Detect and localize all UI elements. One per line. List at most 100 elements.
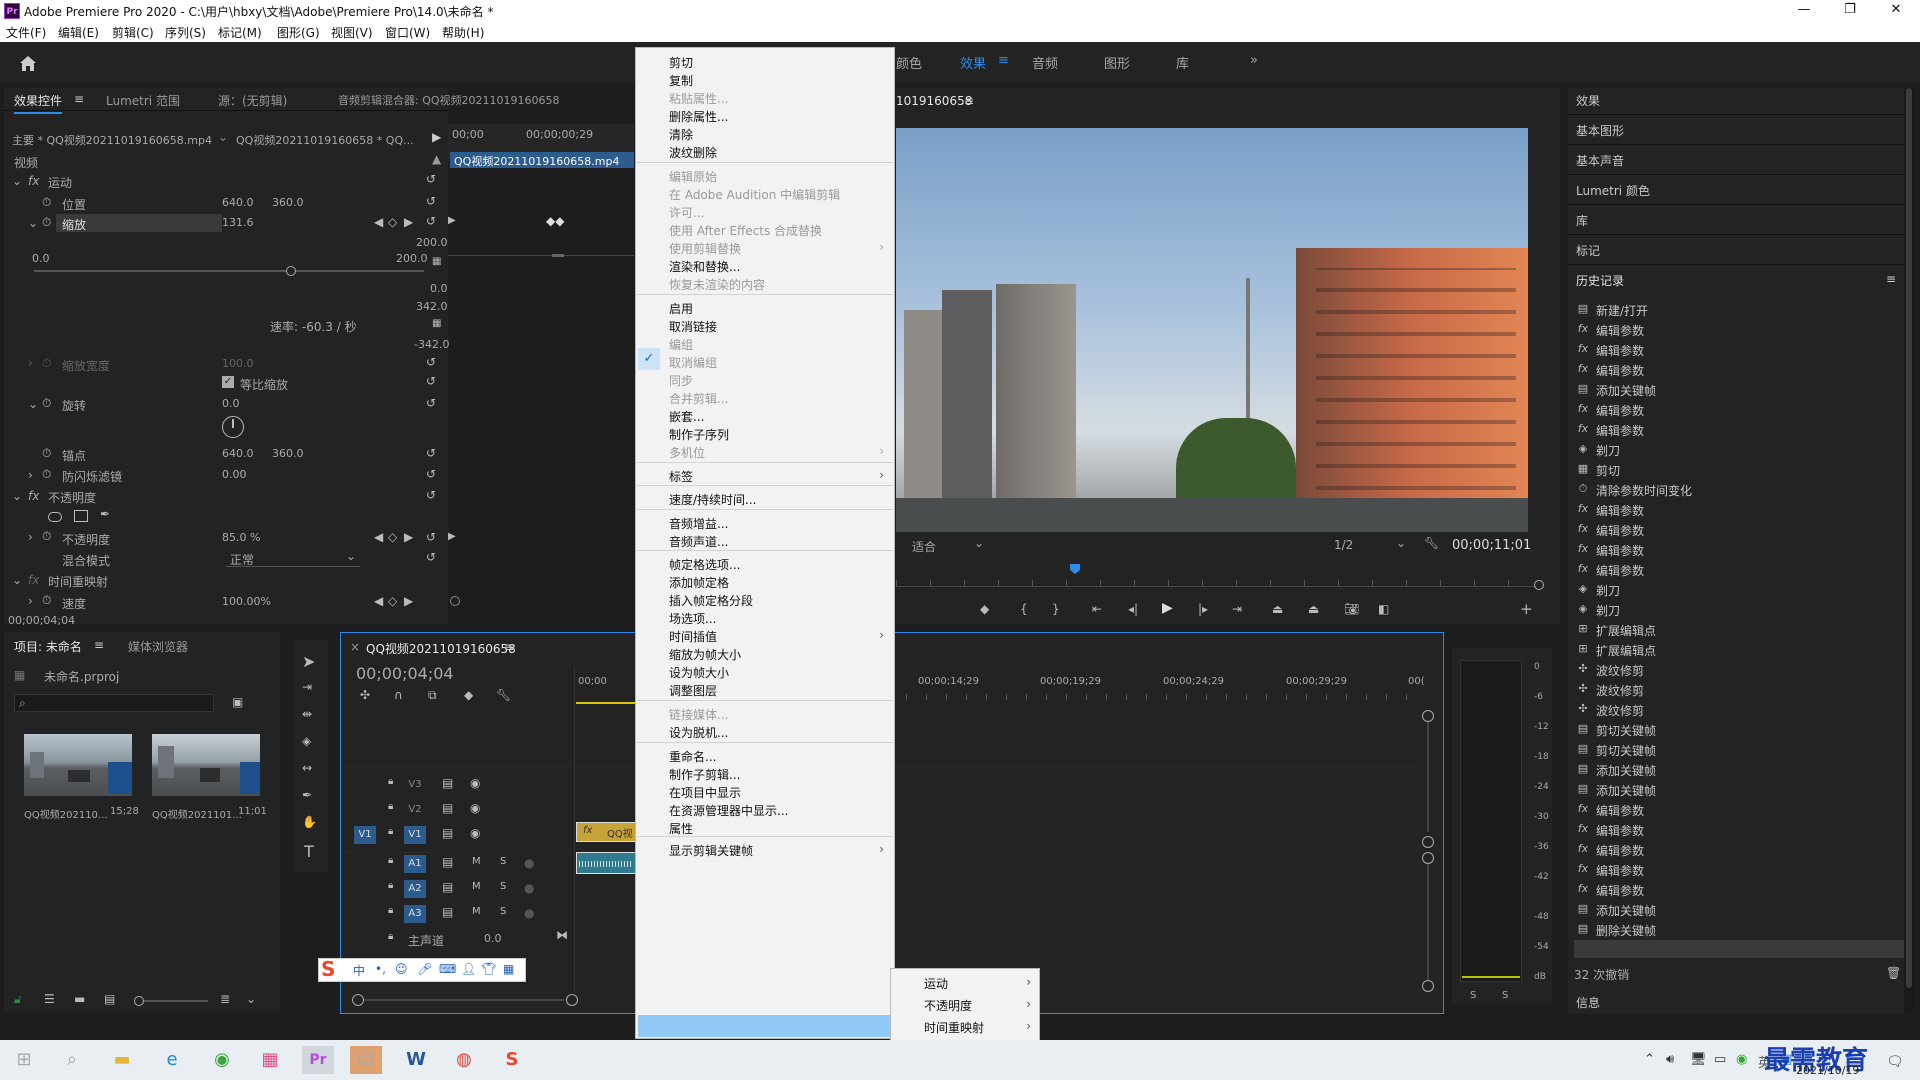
track-v2[interactable]: V2 [404, 801, 426, 819]
next-keyframe-icon[interactable]: ▶ [404, 215, 413, 229]
menu-file[interactable]: 文件(F) [6, 24, 46, 41]
prev-keyframe-icon[interactable]: ◀ [374, 594, 383, 608]
clip-thumbnail[interactable] [24, 734, 132, 796]
next-keyframe-icon[interactable]: ▶ [404, 594, 413, 608]
chrome-icon[interactable]: ◍ [448, 1046, 480, 1074]
scale-slider-track[interactable] [34, 270, 424, 272]
work-area-bar[interactable] [576, 702, 636, 704]
tab-menu-icon[interactable]: ≡ [504, 640, 514, 654]
context-menu-item[interactable]: 取消链接 [669, 318, 717, 335]
speed-value[interactable]: 100.00% [222, 595, 271, 608]
workspace-color[interactable]: 颜色 [896, 53, 922, 72]
tab-audio-clip-mixer[interactable]: 音频剪辑混合器: QQ视频20211019160658 [338, 92, 560, 108]
add-keyframe-icon[interactable]: ◇ [388, 530, 397, 544]
stopwatch-icon[interactable]: ⏱ [42, 195, 51, 210]
stopwatch-on-icon[interactable]: ⏱ [42, 529, 51, 544]
play-only-icon[interactable]: ▶ [432, 130, 441, 144]
zoom-slider-track[interactable] [144, 1000, 208, 1002]
lock-icon[interactable]: 🔒︎ [388, 855, 393, 866]
add-keyframe-icon[interactable]: ◇ [388, 215, 397, 229]
context-menu-item[interactable]: 制作子序列 [669, 426, 729, 443]
context-menu-item[interactable]: 音频声道... [669, 533, 728, 550]
panel-essential-graphics[interactable]: 基本图形 [1576, 122, 1624, 139]
ec-arrow-icon[interactable]: ▶ [448, 215, 456, 226]
history-item[interactable]: fx 编辑参数 [1578, 402, 1644, 419]
mute-button[interactable]: M [472, 856, 481, 867]
lock-icon[interactable]: 🔒︎ [388, 801, 393, 812]
context-menu-item[interactable]: 复制 [669, 72, 693, 89]
workspace-graphics[interactable]: 图形 [1104, 53, 1130, 72]
menu-graphics[interactable]: 图形(G) [277, 24, 320, 41]
scroll-handle[interactable] [1422, 710, 1434, 722]
reset-icon[interactable]: ↺ [426, 488, 436, 502]
workspace-audio[interactable]: 音频 [1032, 53, 1058, 72]
panel-effects[interactable]: 效果 [1576, 92, 1600, 109]
context-menu-item[interactable]: 设为脱机... [669, 724, 728, 741]
wrench-icon[interactable]: 🔧︎ [496, 688, 511, 702]
ec-zoom-handle[interactable] [450, 596, 460, 606]
rotation-value[interactable]: 0.0 [222, 397, 240, 410]
panel-markers[interactable]: 标记 [1576, 242, 1600, 259]
sync-lock-icon[interactable]: ▤ [442, 826, 453, 840]
resolution-select[interactable]: 1/2 ⌄ [1328, 536, 1408, 554]
tab-menu-icon[interactable]: ≡ [94, 638, 104, 652]
context-menu-item[interactable]: 设为帧大小 [669, 664, 729, 681]
ime-mode-icon[interactable]: 中 [353, 962, 365, 979]
icon-view-icon[interactable]: ▬ [74, 992, 85, 1006]
stopwatch-on-icon[interactable]: ⏱ [42, 215, 51, 230]
stopwatch-icon[interactable]: ⏱ [42, 356, 51, 371]
uniform-scale-checkbox[interactable]: ✓ [222, 376, 234, 388]
file-explorer-icon[interactable]: ▬ [106, 1046, 138, 1074]
reset-icon[interactable]: ↺ [426, 446, 436, 460]
app-icon[interactable]: ▦ [254, 1046, 286, 1074]
add-button-icon[interactable]: + [1520, 600, 1533, 618]
flicker-value[interactable]: 0.00 [222, 468, 247, 481]
history-item[interactable]: ✣ 波纹修剪 [1578, 662, 1644, 679]
sync-lock-icon[interactable]: ▤ [442, 880, 453, 894]
menu-edit[interactable]: 编辑(E) [58, 24, 99, 41]
zoom-slider-handle[interactable] [134, 996, 144, 1006]
clip-thumbnail[interactable] [152, 734, 260, 796]
new-bin-icon[interactable]: ▣ [232, 695, 243, 709]
slip-tool-icon[interactable]: ↔ [302, 761, 312, 775]
mic-icon[interactable]: ● [524, 881, 534, 895]
history-item[interactable]: fx 编辑参数 [1578, 342, 1644, 359]
context-menu-item[interactable]: 速度/持续时间... [669, 491, 757, 508]
mute-button[interactable]: M [472, 906, 481, 917]
selection-tool-icon[interactable]: ➤ [302, 652, 315, 671]
list-view-icon[interactable]: ☰ [44, 992, 55, 1006]
context-menu-item[interactable]: 缩放为帧大小 [669, 646, 741, 663]
app-icon[interactable]: ◉ [206, 1046, 238, 1074]
anchor-y-value[interactable]: 360.0 [272, 447, 304, 460]
history-item[interactable]: ▤ 添加关键帧 [1578, 762, 1656, 779]
context-menu-item[interactable]: 插入帧定格分段 [669, 592, 753, 609]
ec-clip-bar[interactable]: QQ视频20211019160658.mp4 [450, 152, 634, 168]
history-item[interactable]: fx 编辑参数 [1578, 322, 1644, 339]
lock-icon[interactable]: 🔒︎ [388, 826, 393, 837]
sync-lock-icon[interactable]: ▤ [442, 776, 453, 790]
solo-button[interactable]: S [500, 906, 506, 917]
sort-icon[interactable]: ≣ [220, 992, 230, 1006]
anchor-x-value[interactable]: 640.0 [222, 447, 254, 460]
context-menu-item[interactable]: 属性 [669, 820, 693, 837]
rotation-expand-icon[interactable]: ⌄ [28, 397, 38, 411]
scale-expand-icon[interactable]: ⌄ [28, 216, 38, 230]
panel-lumetri-color[interactable]: Lumetri 颜色 [1576, 182, 1650, 199]
menu-window[interactable]: 窗口(W) [385, 24, 430, 41]
workspace-effects[interactable]: 效果 [960, 53, 986, 72]
next-keyframe-icon[interactable]: ▶ [404, 530, 413, 544]
mic-icon[interactable]: ● [524, 906, 534, 920]
context-menu-item[interactable]: 制作子剪辑... [669, 766, 740, 783]
history-item[interactable]: fx 编辑参数 [1578, 822, 1644, 839]
history-item[interactable]: ▤ 添加关键帧 [1578, 782, 1656, 799]
ec-arrow-icon[interactable]: ▶ [448, 531, 456, 542]
zoom-handle[interactable] [1534, 580, 1544, 590]
expand-icon[interactable]: › [28, 356, 33, 370]
go-to-in-icon[interactable]: ⇤ [1092, 602, 1102, 616]
sync-lock-icon[interactable]: ▤ [442, 801, 453, 815]
ripple-edit-tool-icon[interactable]: ⇹ [302, 707, 312, 721]
right-scrollbar[interactable] [1904, 88, 1914, 1014]
chevron-down-icon[interactable]: ⌄ [246, 992, 256, 1006]
history-item[interactable]: fx 编辑参数 [1578, 882, 1644, 899]
ellipse-mask-icon[interactable] [48, 512, 62, 522]
